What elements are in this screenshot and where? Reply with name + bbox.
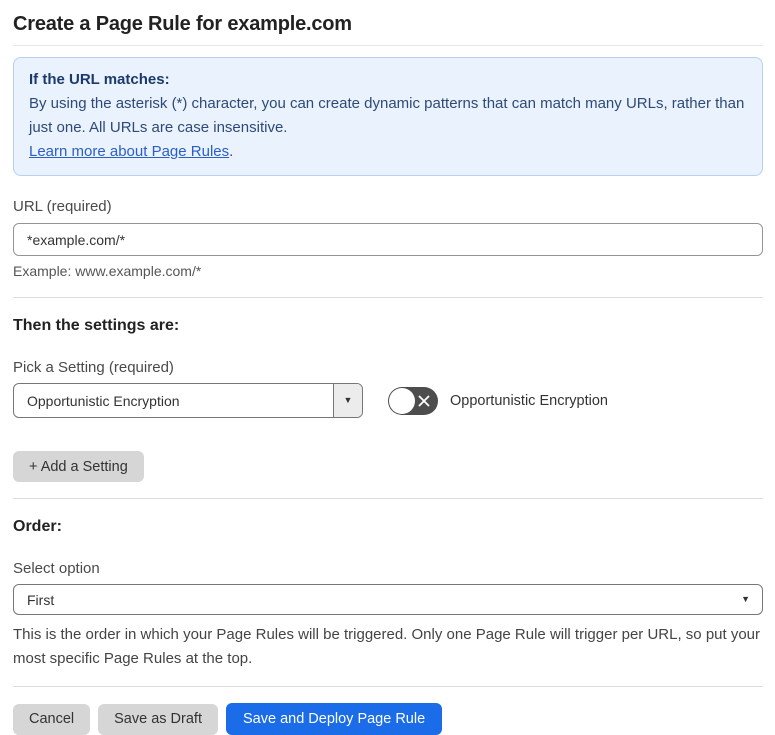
setting-dropdown-value: Opportunistic Encryption [27, 392, 180, 409]
save-draft-button[interactable]: Save as Draft [98, 703, 218, 735]
select-option-label: Select option [13, 560, 100, 577]
section-divider [13, 297, 763, 298]
cancel-button[interactable]: Cancel [13, 703, 91, 735]
url-label: URL (required) [13, 198, 112, 215]
order-select[interactable]: First ▼ [13, 584, 763, 615]
info-box-heading: If the URL matches: [29, 71, 170, 88]
create-page-rule-form: Create a Page Rule for example.com If th… [0, 11, 775, 735]
info-box-body: By using the asterisk (*) character, you… [29, 95, 745, 136]
chevron-down-icon: ▼ [741, 594, 750, 604]
order-helper-text: This is the order in which your Page Rul… [13, 626, 761, 667]
add-setting-button[interactable]: + Add a Setting [13, 451, 144, 482]
opportunistic-encryption-toggle[interactable] [388, 386, 438, 415]
setting-dropdown[interactable]: Opportunistic Encryption ▼ [13, 383, 363, 418]
chevron-down-icon: ▼ [343, 395, 353, 405]
url-example-helper: Example: www.example.com/* [13, 263, 202, 279]
settings-heading: Then the settings are: [13, 317, 180, 334]
pick-setting-label: Pick a Setting (required) [13, 359, 174, 376]
url-input[interactable] [13, 223, 763, 256]
toggle-knob [389, 387, 415, 414]
order-heading: Order: [13, 518, 62, 535]
toggle-label: Opportunistic Encryption [450, 392, 608, 409]
learn-more-link[interactable]: Learn more about Page Rules [29, 143, 229, 160]
link-period: . [229, 143, 234, 160]
page-title: Create a Page Rule for example.com [13, 13, 352, 35]
setting-dropdown-button[interactable]: ▼ [333, 384, 362, 417]
footer-actions: Cancel Save as Draft Save and Deploy Pag… [13, 703, 763, 735]
title-divider [13, 45, 763, 46]
setting-row: Opportunistic Encryption ▼ Opportunistic… [13, 383, 763, 418]
x-icon [418, 395, 430, 406]
url-matches-info-box: If the URL matches: By using the asteris… [13, 57, 763, 176]
section-divider [13, 498, 763, 499]
save-deploy-button[interactable]: Save and Deploy Page Rule [225, 703, 443, 735]
info-box-link-line: Learn more about Page Rules. [29, 140, 747, 164]
order-select-value: First [27, 591, 55, 608]
footer-divider [13, 686, 763, 687]
